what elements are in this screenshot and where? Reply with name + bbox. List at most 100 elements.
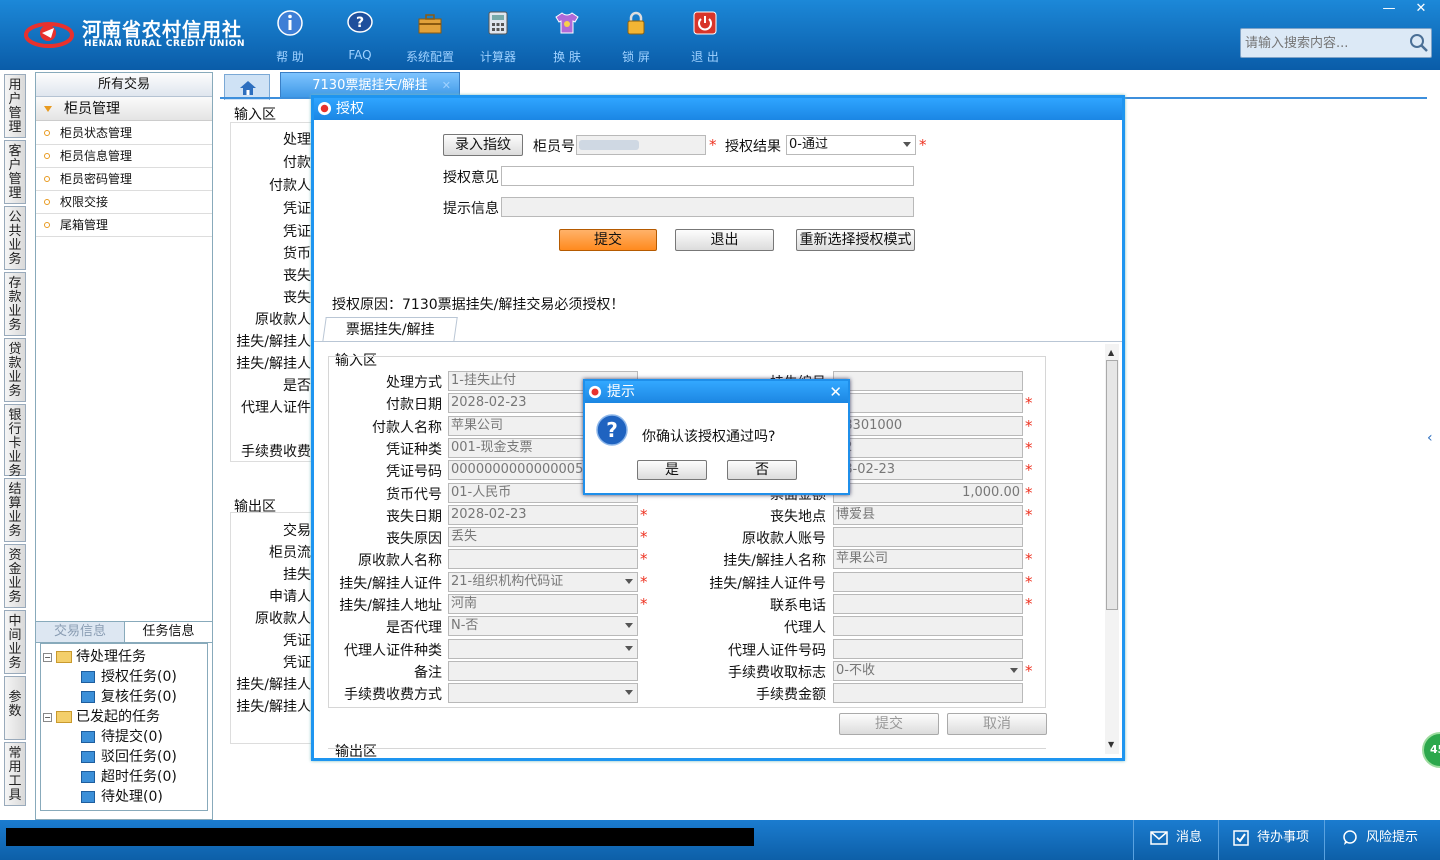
form-field[interactable]: 博爱县 bbox=[833, 505, 1023, 525]
form-field-value: 1-挂失止付 bbox=[451, 373, 516, 388]
form-field[interactable]: 2028-02-23 bbox=[448, 505, 638, 525]
form-field[interactable] bbox=[833, 683, 1023, 703]
inner-tab[interactable]: 票据挂失/解挂 bbox=[322, 317, 458, 342]
form-field[interactable] bbox=[833, 639, 1023, 659]
all-transactions-header[interactable]: 所有交易 bbox=[36, 73, 212, 97]
search-input[interactable] bbox=[1245, 34, 1405, 52]
opinion-input[interactable] bbox=[501, 166, 914, 186]
form-field[interactable] bbox=[833, 616, 1023, 636]
form-submit-button[interactable]: 提交 bbox=[839, 713, 939, 735]
tree-node-initiated[interactable]: − 已发起的任务 bbox=[43, 706, 160, 726]
bg-label: 交易 bbox=[283, 523, 311, 539]
bg-label: 是否 bbox=[283, 378, 311, 394]
vtab-deposit[interactable]: 存款业务 bbox=[4, 272, 26, 336]
form-field[interactable] bbox=[833, 572, 1023, 592]
scroll-thumb[interactable] bbox=[1106, 360, 1118, 610]
info-icon bbox=[277, 10, 303, 36]
tree-node-to-submit[interactable]: 待提交(0) bbox=[81, 726, 163, 746]
teller-mgmt-group[interactable]: 柜员管理 bbox=[36, 97, 212, 121]
bg-label: 丧失 bbox=[283, 268, 311, 284]
teller-no-field[interactable] bbox=[576, 135, 706, 155]
form-label: 手续费金额 bbox=[756, 687, 826, 703]
form-field[interactable] bbox=[448, 661, 638, 681]
form-field[interactable]: 1,000.00 bbox=[833, 483, 1023, 503]
menu-item-cash-box[interactable]: 尾箱管理 bbox=[36, 214, 212, 237]
close-icon[interactable]: ✕ bbox=[829, 381, 842, 403]
vtab-intermediary[interactable]: 中间业务 bbox=[4, 610, 26, 674]
vtab-bank-card[interactable]: 银行卡业务 bbox=[4, 404, 26, 479]
menu-item-permission-handover[interactable]: 权限交接 bbox=[36, 191, 212, 214]
form-cancel-button[interactable]: 取消 bbox=[947, 713, 1047, 735]
todo-button[interactable]: 待办事项 bbox=[1233, 828, 1309, 848]
form-field[interactable]: 丢失 bbox=[448, 527, 638, 547]
form-field[interactable] bbox=[448, 549, 638, 569]
menu-item-teller-password[interactable]: 柜员密码管理 bbox=[36, 168, 212, 191]
form-field[interactable]: 28-02-23 bbox=[833, 460, 1023, 480]
yes-button[interactable]: 是 bbox=[637, 460, 707, 480]
vtab-parameters[interactable]: 参数 bbox=[4, 676, 26, 740]
help-button[interactable]: 帮 助 bbox=[262, 8, 318, 64]
side-collapse-arrow-icon[interactable]: ‹ bbox=[1427, 430, 1437, 458]
form-field[interactable] bbox=[833, 594, 1023, 614]
no-button[interactable]: 否 bbox=[727, 460, 797, 480]
faq-button[interactable]: ? FAQ bbox=[332, 8, 388, 62]
vtab-settlement[interactable]: 结算业务 bbox=[4, 478, 26, 542]
minimize-button[interactable]: — bbox=[1374, 0, 1404, 18]
tree-node-to-process[interactable]: 待处理(0) bbox=[81, 786, 163, 806]
tab-task-info[interactable]: 任务信息 bbox=[124, 622, 212, 642]
change-skin-button[interactable]: 换 肤 bbox=[539, 8, 595, 64]
form-field[interactable] bbox=[833, 527, 1023, 547]
tree-node-timeout[interactable]: 超时任务(0) bbox=[81, 766, 177, 786]
vtab-user-mgmt[interactable]: 用户管理 bbox=[4, 74, 26, 138]
lock-screen-button[interactable]: 锁 屏 bbox=[608, 8, 664, 64]
vtab-funds[interactable]: 资金业务 bbox=[4, 544, 26, 608]
tree-label: 复核任务(0) bbox=[101, 689, 177, 705]
tab-transaction-info[interactable]: 交易信息 bbox=[36, 622, 124, 642]
auth-result-select[interactable]: 0-通过 bbox=[786, 135, 916, 155]
tree-node-review-tasks[interactable]: 复核任务(0) bbox=[81, 686, 177, 706]
tree-node-pending[interactable]: − 待处理任务 bbox=[43, 646, 146, 666]
form-field[interactable] bbox=[833, 371, 1023, 391]
reselect-mode-button[interactable]: 重新选择授权模式 bbox=[796, 229, 915, 251]
form-label: 原收款人名称 bbox=[358, 553, 442, 569]
auth-submit-button[interactable]: 提交 bbox=[559, 229, 657, 251]
vtab-loan[interactable]: 贷款业务 bbox=[4, 338, 26, 402]
close-window-button[interactable]: ✕ bbox=[1406, 0, 1436, 18]
form-field[interactable]: 12 bbox=[833, 438, 1023, 458]
scrollbar[interactable]: ▲ ▼ bbox=[1105, 344, 1119, 754]
scroll-down-icon[interactable]: ▼ bbox=[1108, 740, 1114, 749]
vtab-public-business[interactable]: 公共业务 bbox=[4, 206, 26, 270]
form-field[interactable] bbox=[448, 683, 638, 703]
required-mark: * bbox=[640, 595, 648, 613]
form-field[interactable] bbox=[448, 639, 638, 659]
menu-item-teller-info[interactable]: 柜员信息管理 bbox=[36, 145, 212, 168]
tree-node-auth-tasks[interactable]: 授权任务(0) bbox=[81, 666, 177, 686]
system-config-button[interactable]: 系统配置 bbox=[402, 8, 458, 64]
auth-exit-button[interactable]: 退出 bbox=[675, 229, 774, 251]
messages-button[interactable]: 消息 bbox=[1150, 828, 1202, 848]
scroll-up-icon[interactable]: ▲ bbox=[1108, 348, 1114, 357]
form-field[interactable]: 28301000 bbox=[833, 416, 1023, 436]
form-field[interactable]: N-否 bbox=[448, 616, 638, 636]
exit-app-button[interactable]: 退 出 bbox=[677, 8, 733, 64]
vtab-customer-mgmt[interactable]: 客户管理 bbox=[4, 140, 26, 204]
exit-app-label: 退 出 bbox=[691, 50, 719, 64]
calculator-button[interactable]: 计算器 bbox=[470, 8, 526, 64]
form-field[interactable]: 21-组织机构代码证 bbox=[448, 572, 638, 592]
fingerprint-button[interactable]: 录入指纹 bbox=[443, 134, 523, 156]
vtab-common-tools[interactable]: 常用工具 bbox=[4, 742, 26, 806]
bg-label: 原收款人 bbox=[255, 611, 311, 627]
menu-item-teller-status[interactable]: 柜员状态管理 bbox=[36, 122, 212, 145]
tree-node-rejected[interactable]: 驳回任务(0) bbox=[81, 746, 177, 766]
bg-label: 凭证 bbox=[283, 655, 311, 671]
form-field[interactable] bbox=[833, 393, 1023, 413]
form-field[interactable]: 河南 bbox=[448, 594, 638, 614]
system-config-label: 系统配置 bbox=[405, 50, 454, 64]
form-field[interactable]: 0-不收 bbox=[833, 661, 1023, 681]
chevron-down-icon bbox=[625, 623, 633, 628]
form-field[interactable]: 苹果公司 bbox=[833, 549, 1023, 569]
risk-alert-button[interactable]: 风险提示 bbox=[1342, 828, 1418, 848]
tree-label: 驳回任务(0) bbox=[101, 749, 177, 765]
search-icon[interactable] bbox=[1409, 33, 1429, 53]
menu-item-label: 柜员密码管理 bbox=[60, 172, 133, 186]
